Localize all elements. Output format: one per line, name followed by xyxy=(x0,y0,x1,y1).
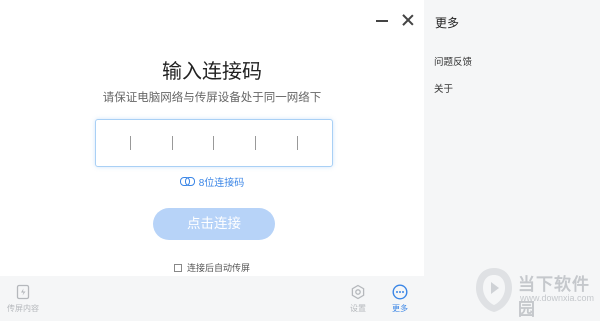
watermark-url: www.downxia.com xyxy=(520,293,595,303)
connect-button[interactable]: 点击连接 xyxy=(153,208,275,240)
settings-button[interactable]: 设置 xyxy=(343,284,373,314)
page-subtitle: 请保证电脑网络与传屏设备处于同一网络下 xyxy=(102,92,322,104)
more-dots-icon xyxy=(392,284,408,300)
minimize-icon[interactable] xyxy=(372,10,392,30)
more-button[interactable]: 更多 xyxy=(385,284,415,314)
auto-cast-checkbox[interactable] xyxy=(173,263,182,272)
side-panel-title: 更多 xyxy=(435,16,460,30)
connection-code-input[interactable] xyxy=(95,119,333,167)
code-type-toggle[interactable]: 8位连接码 xyxy=(0,174,424,189)
settings-label: 设置 xyxy=(350,304,366,313)
close-icon[interactable] xyxy=(398,10,418,30)
side-item-feedback[interactable]: 问题反馈 xyxy=(434,54,472,68)
link-icon xyxy=(179,177,195,186)
gear-icon xyxy=(351,284,365,300)
side-item-about[interactable]: 关于 xyxy=(434,81,453,95)
code-slot xyxy=(130,136,132,150)
watermark: 当下软件园 www.downxia.com xyxy=(470,262,600,321)
auto-cast-option[interactable]: 连接后自动传屏 xyxy=(0,261,424,274)
code-type-label: 8位连接码 xyxy=(198,178,245,189)
code-slot xyxy=(171,136,173,150)
main-panel: 输入连接码 请保证电脑网络与传屏设备处于同一网络下 8位连接码 点击连接 连接后… xyxy=(0,0,424,321)
watermark-logo-icon xyxy=(476,268,512,312)
bottom-bar: 传屏内容 设置 更多 xyxy=(0,276,424,321)
page-title: 输入连接码 xyxy=(162,61,262,83)
cast-content-button[interactable]: 传屏内容 xyxy=(5,284,41,314)
cast-content-label: 传屏内容 xyxy=(7,304,39,313)
auto-cast-label: 连接后自动传屏 xyxy=(186,263,250,273)
code-slot xyxy=(213,136,215,150)
cast-screen-icon xyxy=(16,284,30,300)
code-slot xyxy=(255,136,257,150)
more-label: 更多 xyxy=(392,304,408,313)
code-slot xyxy=(296,136,298,150)
